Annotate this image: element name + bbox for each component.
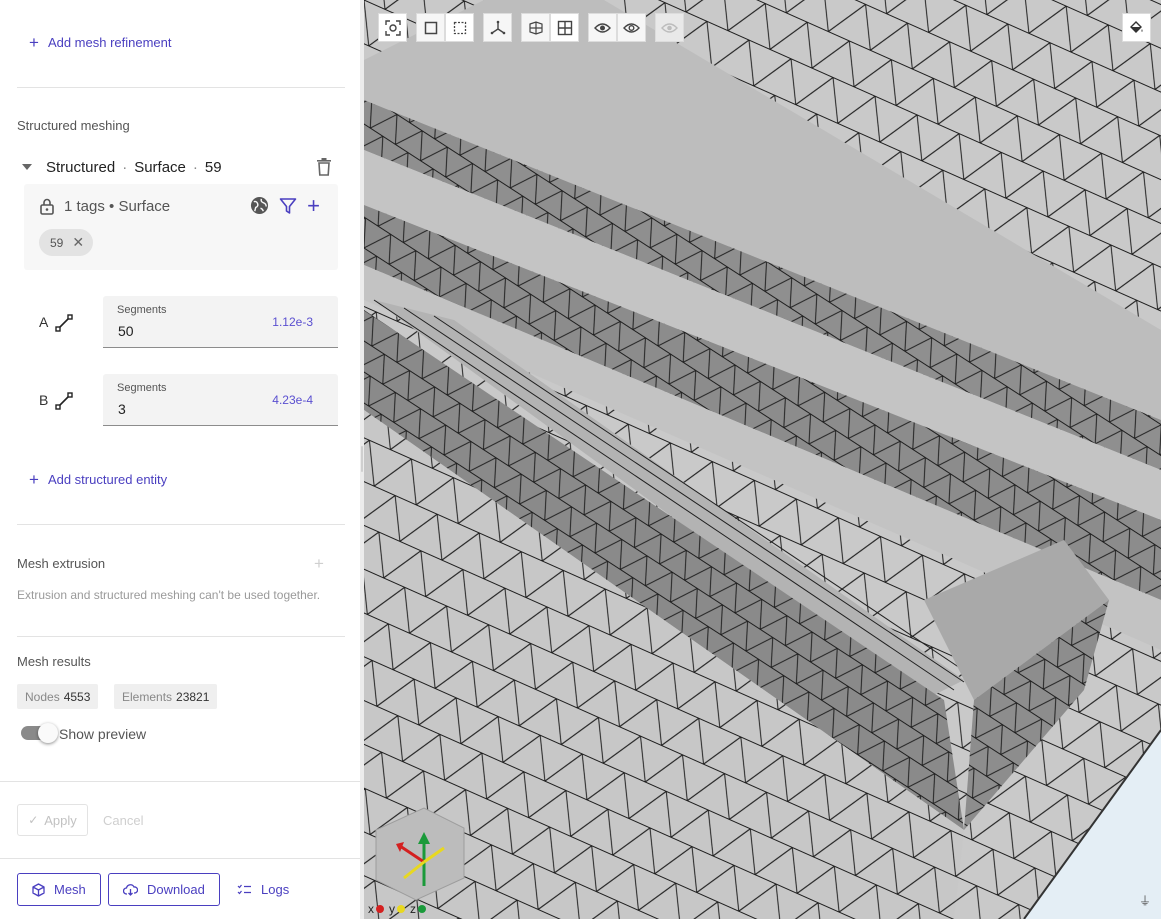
edge-a-label: A (39, 314, 49, 330)
section-divider (17, 87, 345, 88)
edge-b-label: B (39, 392, 49, 408)
show-preview-label: Show preview (59, 726, 147, 742)
checklist-icon (237, 884, 251, 894)
plus-icon: + (29, 470, 39, 489)
entity-tag-selector: 1 tags • Surface + 59 ✕ (24, 184, 338, 270)
segments-field-b[interactable]: Segments 3 4.23e-4 (103, 374, 338, 426)
lock-icon[interactable] (40, 198, 54, 215)
section-divider (17, 524, 345, 525)
mesh-button[interactable]: Mesh (17, 873, 101, 906)
3d-viewport[interactable]: x y z ⏚ (364, 0, 1161, 919)
section-icon[interactable] (521, 13, 550, 42)
viewport-toolbar (378, 13, 684, 42)
section-divider (0, 858, 360, 859)
segments-value: 3 (118, 401, 126, 417)
edge-icon (55, 392, 73, 410)
eye-outline-icon[interactable] (617, 13, 646, 42)
entity-id: 59 (204, 158, 222, 176)
focus-icon[interactable] (378, 13, 407, 42)
download-button[interactable]: Download (108, 873, 220, 906)
mesh-extrusion-title: Mesh extrusion (17, 556, 106, 571)
tag-summary: 1 tags • Surface (64, 198, 171, 215)
show-preview-toggle[interactable] (21, 723, 58, 743)
resize-grip[interactable] (361, 446, 363, 472)
section-divider (0, 781, 360, 782)
element-size-value: 1.12e-3 (272, 315, 313, 329)
y-axis-dot (397, 905, 405, 913)
box-select-icon[interactable] (445, 13, 474, 42)
mesh-render[interactable] (364, 0, 1161, 919)
section-divider (17, 636, 345, 637)
mesh-settings-panel: + Add mesh refinement Structured meshing… (0, 0, 360, 919)
extrusion-note: Extrusion and structured meshing can't b… (17, 588, 321, 602)
segments-field-a[interactable]: Segments 50 1.12e-3 (103, 296, 338, 348)
mesh-results-title: Mesh results (17, 654, 91, 669)
x-axis-dot (376, 905, 384, 913)
cancel-button[interactable]: Cancel (103, 813, 143, 828)
check-icon: ✓ (28, 813, 39, 827)
apply-button[interactable]: ✓ Apply (17, 804, 88, 836)
z-axis-dot (418, 905, 426, 913)
remove-chip-icon[interactable]: ✕ (72, 234, 84, 251)
cloud-download-icon (123, 884, 138, 896)
structured-meshing-title: Structured meshing (17, 118, 130, 133)
axes-icon[interactable] (483, 13, 512, 42)
eye-icon[interactable] (588, 13, 617, 42)
paint-bucket-icon[interactable] (1122, 13, 1151, 42)
add-tag-icon[interactable]: + (307, 194, 320, 216)
plug-icon[interactable]: ⏚ (1139, 892, 1151, 909)
toggle-knob (38, 723, 58, 743)
eye-disabled-icon[interactable] (655, 13, 684, 42)
axis-legend: x y z (368, 902, 429, 916)
add-structured-entity-button[interactable]: + Add structured entity (29, 471, 167, 488)
element-size-value: 4.23e-4 (272, 393, 313, 407)
solid-box-icon[interactable] (416, 13, 445, 42)
add-extrusion-icon[interactable]: + (314, 554, 324, 574)
logs-button[interactable]: Logs (237, 873, 289, 906)
tag-chip[interactable]: 59 ✕ (39, 229, 94, 256)
filter-icon[interactable] (279, 197, 297, 215)
entity-type: Surface (134, 158, 186, 176)
edge-icon (55, 314, 73, 332)
grid-icon[interactable] (550, 13, 579, 42)
add-mesh-refinement-button[interactable]: + Add mesh refinement (29, 34, 172, 51)
cube-icon (32, 882, 45, 897)
trash-icon[interactable] (316, 158, 332, 176)
plus-icon: + (29, 33, 39, 52)
structured-entity-header[interactable]: Structured · Surface · 59 (20, 156, 340, 178)
globe-icon[interactable] (250, 196, 269, 215)
elements-badge: Elements 23821 (114, 684, 218, 709)
caret-down-icon[interactable] (22, 164, 32, 170)
entity-kind: Structured (46, 158, 116, 176)
nodes-badge: Nodes 4553 (17, 684, 99, 709)
segments-value: 50 (118, 323, 134, 339)
